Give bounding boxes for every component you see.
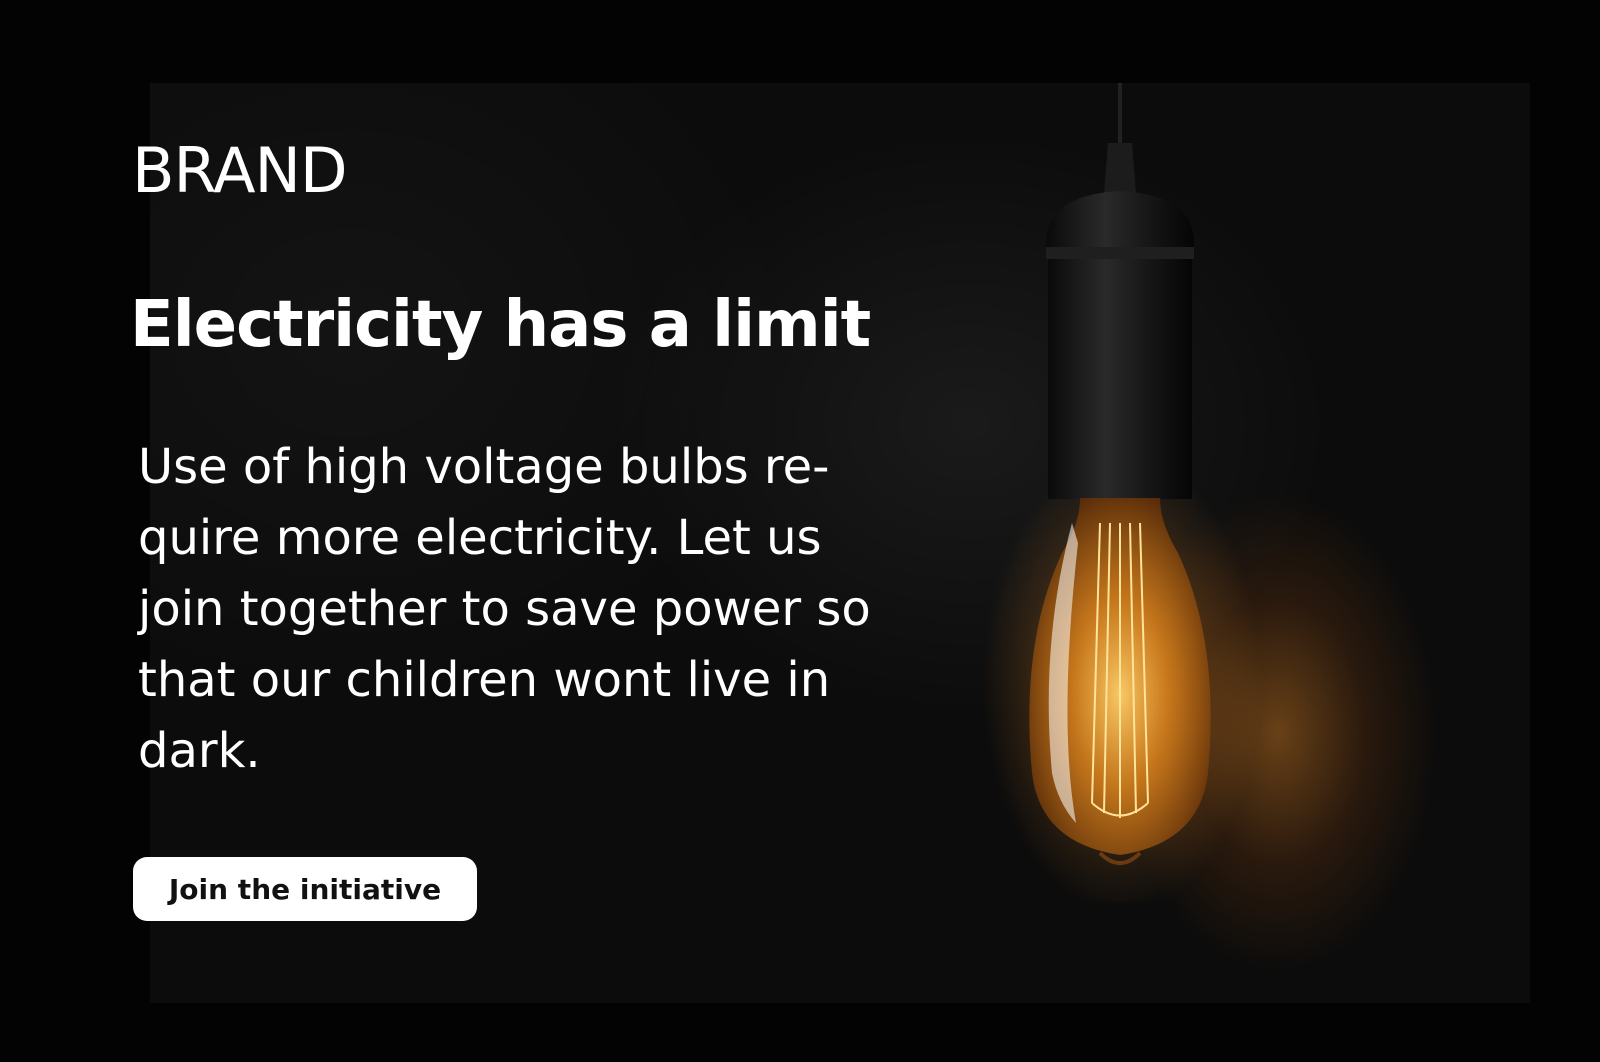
ad-banner: BRAND Electricity has a limit Use of hig…: [0, 0, 1600, 1062]
body-copy: Use of high voltage bulbs re- quire more…: [138, 439, 871, 779]
headline: Electricity has a limit: [130, 288, 871, 362]
bulb-cap-top: [1104, 143, 1136, 193]
bulb-cord: [1118, 83, 1122, 143]
join-initiative-button[interactable]: Join the initiative: [133, 857, 477, 921]
bulb-socket-ring: [1046, 247, 1194, 259]
brand-logo: BRAND: [132, 134, 348, 207]
bulb-socket-dome: [1046, 191, 1194, 251]
lightbulb-icon: [982, 83, 1260, 903]
bulb-socket-body: [1048, 259, 1192, 499]
